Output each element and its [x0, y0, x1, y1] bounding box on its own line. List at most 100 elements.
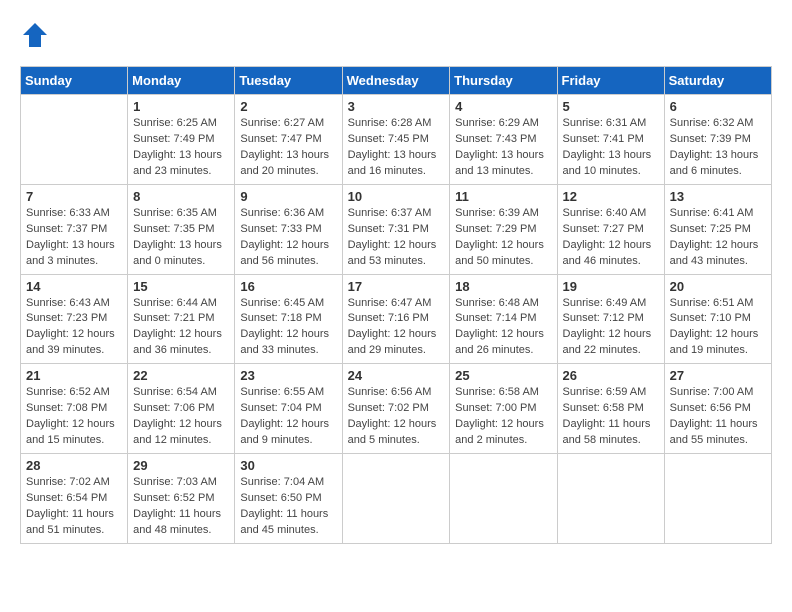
day-number: 18: [455, 279, 551, 294]
calendar-cell: 1 Sunrise: 6:25 AM Sunset: 7:49 PM Daylig…: [128, 95, 235, 185]
calendar-cell: 30 Sunrise: 7:04 AM Sunset: 6:50 PM Dayli…: [235, 454, 342, 544]
header-saturday: Saturday: [664, 67, 771, 95]
week-row-0: 1 Sunrise: 6:25 AM Sunset: 7:49 PM Daylig…: [21, 95, 772, 185]
day-number: 30: [240, 458, 336, 473]
day-info: Sunrise: 6:58 AM Sunset: 7:00 PM Dayligh…: [455, 385, 551, 449]
day-number: 28: [26, 458, 122, 473]
calendar-cell: 27 Sunrise: 7:00 AM Sunset: 6:56 PM Dayli…: [664, 364, 771, 454]
calendar-cell: 21 Sunrise: 6:52 AM Sunset: 7:08 PM Dayli…: [21, 364, 128, 454]
day-info: Sunrise: 6:35 AM Sunset: 7:35 PM Dayligh…: [133, 206, 229, 270]
calendar-cell: 19 Sunrise: 6:49 AM Sunset: 7:12 PM Dayli…: [557, 274, 664, 364]
day-info: Sunrise: 6:52 AM Sunset: 7:08 PM Dayligh…: [26, 385, 122, 449]
day-info: Sunrise: 6:31 AM Sunset: 7:41 PM Dayligh…: [563, 116, 659, 180]
day-number: 24: [348, 368, 445, 383]
header-tuesday: Tuesday: [235, 67, 342, 95]
calendar-cell: 10 Sunrise: 6:37 AM Sunset: 7:31 PM Dayli…: [342, 184, 450, 274]
calendar-cell: 7 Sunrise: 6:33 AM Sunset: 7:37 PM Daylig…: [21, 184, 128, 274]
day-info: Sunrise: 7:00 AM Sunset: 6:56 PM Dayligh…: [670, 385, 766, 449]
calendar-cell: 3 Sunrise: 6:28 AM Sunset: 7:45 PM Daylig…: [342, 95, 450, 185]
day-number: 27: [670, 368, 766, 383]
day-number: 25: [455, 368, 551, 383]
day-info: Sunrise: 6:32 AM Sunset: 7:39 PM Dayligh…: [670, 116, 766, 180]
day-info: Sunrise: 6:48 AM Sunset: 7:14 PM Dayligh…: [455, 296, 551, 360]
logo: [20, 20, 54, 50]
day-info: Sunrise: 6:29 AM Sunset: 7:43 PM Dayligh…: [455, 116, 551, 180]
day-info: Sunrise: 6:40 AM Sunset: 7:27 PM Dayligh…: [563, 206, 659, 270]
day-info: Sunrise: 6:39 AM Sunset: 7:29 PM Dayligh…: [455, 206, 551, 270]
week-row-3: 21 Sunrise: 6:52 AM Sunset: 7:08 PM Dayli…: [21, 364, 772, 454]
calendar-cell: 26 Sunrise: 6:59 AM Sunset: 6:58 PM Dayli…: [557, 364, 664, 454]
calendar-cell: 12Sunrise: 6:40 AM Sunset: 7:27 PM Dayli…: [557, 184, 664, 274]
day-number: 10: [348, 189, 445, 204]
day-number: 7: [26, 189, 122, 204]
day-number: 13: [670, 189, 766, 204]
day-number: 26: [563, 368, 659, 383]
calendar-cell: [557, 454, 664, 544]
calendar-cell: 8 Sunrise: 6:35 AM Sunset: 7:35 PM Daylig…: [128, 184, 235, 274]
calendar-cell: 22 Sunrise: 6:54 AM Sunset: 7:06 PM Dayli…: [128, 364, 235, 454]
day-info: Sunrise: 6:25 AM Sunset: 7:49 PM Dayligh…: [133, 116, 229, 180]
day-number: 8: [133, 189, 229, 204]
day-info: Sunrise: 7:04 AM Sunset: 6:50 PM Dayligh…: [240, 475, 336, 539]
week-row-1: 7 Sunrise: 6:33 AM Sunset: 7:37 PM Daylig…: [21, 184, 772, 274]
day-number: 17: [348, 279, 445, 294]
calendar-cell: 16 Sunrise: 6:45 AM Sunset: 7:18 PM Dayli…: [235, 274, 342, 364]
day-number: 22: [133, 368, 229, 383]
day-info: Sunrise: 6:49 AM Sunset: 7:12 PM Dayligh…: [563, 296, 659, 360]
day-number: 16: [240, 279, 336, 294]
day-number: 5: [563, 99, 659, 114]
calendar-cell: 15Sunrise: 6:44 AM Sunset: 7:21 PM Dayli…: [128, 274, 235, 364]
calendar-cell: [450, 454, 557, 544]
calendar-cell: 4Sunrise: 6:29 AM Sunset: 7:43 PM Daylig…: [450, 95, 557, 185]
day-info: Sunrise: 6:59 AM Sunset: 6:58 PM Dayligh…: [563, 385, 659, 449]
day-info: Sunrise: 7:02 AM Sunset: 6:54 PM Dayligh…: [26, 475, 122, 539]
day-info: Sunrise: 6:33 AM Sunset: 7:37 PM Dayligh…: [26, 206, 122, 270]
calendar-header-row: SundayMondayTuesdayWednesdayThursdayFrid…: [21, 67, 772, 95]
header-friday: Friday: [557, 67, 664, 95]
calendar-cell: 18 Sunrise: 6:48 AM Sunset: 7:14 PM Dayli…: [450, 274, 557, 364]
calendar-cell: 14Sunrise: 6:43 AM Sunset: 7:23 PM Dayli…: [21, 274, 128, 364]
day-info: Sunrise: 6:36 AM Sunset: 7:33 PM Dayligh…: [240, 206, 336, 270]
day-number: 3: [348, 99, 445, 114]
day-info: Sunrise: 7:03 AM Sunset: 6:52 PM Dayligh…: [133, 475, 229, 539]
calendar-cell: 9 Sunrise: 6:36 AM Sunset: 7:33 PM Daylig…: [235, 184, 342, 274]
day-number: 21: [26, 368, 122, 383]
day-info: Sunrise: 6:55 AM Sunset: 7:04 PM Dayligh…: [240, 385, 336, 449]
header-wednesday: Wednesday: [342, 67, 450, 95]
day-info: Sunrise: 6:54 AM Sunset: 7:06 PM Dayligh…: [133, 385, 229, 449]
calendar-cell: [21, 95, 128, 185]
calendar-cell: 20 Sunrise: 6:51 AM Sunset: 7:10 PM Dayli…: [664, 274, 771, 364]
week-row-4: 28 Sunrise: 7:02 AM Sunset: 6:54 PM Dayli…: [21, 454, 772, 544]
calendar-cell: 11Sunrise: 6:39 AM Sunset: 7:29 PM Dayli…: [450, 184, 557, 274]
day-number: 29: [133, 458, 229, 473]
day-number: 9: [240, 189, 336, 204]
header-monday: Monday: [128, 67, 235, 95]
page-header: [20, 20, 772, 50]
calendar-cell: [664, 454, 771, 544]
day-info: Sunrise: 6:37 AM Sunset: 7:31 PM Dayligh…: [348, 206, 445, 270]
day-number: 2: [240, 99, 336, 114]
day-info: Sunrise: 6:51 AM Sunset: 7:10 PM Dayligh…: [670, 296, 766, 360]
logo-icon: [20, 20, 50, 50]
day-info: Sunrise: 6:27 AM Sunset: 7:47 PM Dayligh…: [240, 116, 336, 180]
header-sunday: Sunday: [21, 67, 128, 95]
day-number: 14: [26, 279, 122, 294]
day-info: Sunrise: 6:47 AM Sunset: 7:16 PM Dayligh…: [348, 296, 445, 360]
calendar-cell: 6 Sunrise: 6:32 AM Sunset: 7:39 PM Daylig…: [664, 95, 771, 185]
day-number: 20: [670, 279, 766, 294]
day-info: Sunrise: 6:45 AM Sunset: 7:18 PM Dayligh…: [240, 296, 336, 360]
day-info: Sunrise: 6:56 AM Sunset: 7:02 PM Dayligh…: [348, 385, 445, 449]
calendar-cell: 5 Sunrise: 6:31 AM Sunset: 7:41 PM Daylig…: [557, 95, 664, 185]
day-info: Sunrise: 6:28 AM Sunset: 7:45 PM Dayligh…: [348, 116, 445, 180]
day-info: Sunrise: 6:41 AM Sunset: 7:25 PM Dayligh…: [670, 206, 766, 270]
calendar-cell: 28 Sunrise: 7:02 AM Sunset: 6:54 PM Dayli…: [21, 454, 128, 544]
day-info: Sunrise: 6:44 AM Sunset: 7:21 PM Dayligh…: [133, 296, 229, 360]
day-number: 1: [133, 99, 229, 114]
calendar-cell: 24 Sunrise: 6:56 AM Sunset: 7:02 PM Dayli…: [342, 364, 450, 454]
header-thursday: Thursday: [450, 67, 557, 95]
week-row-2: 14Sunrise: 6:43 AM Sunset: 7:23 PM Dayli…: [21, 274, 772, 364]
calendar-cell: 25 Sunrise: 6:58 AM Sunset: 7:00 PM Dayli…: [450, 364, 557, 454]
day-number: 19: [563, 279, 659, 294]
day-number: 6: [670, 99, 766, 114]
calendar-cell: 2 Sunrise: 6:27 AM Sunset: 7:47 PM Daylig…: [235, 95, 342, 185]
